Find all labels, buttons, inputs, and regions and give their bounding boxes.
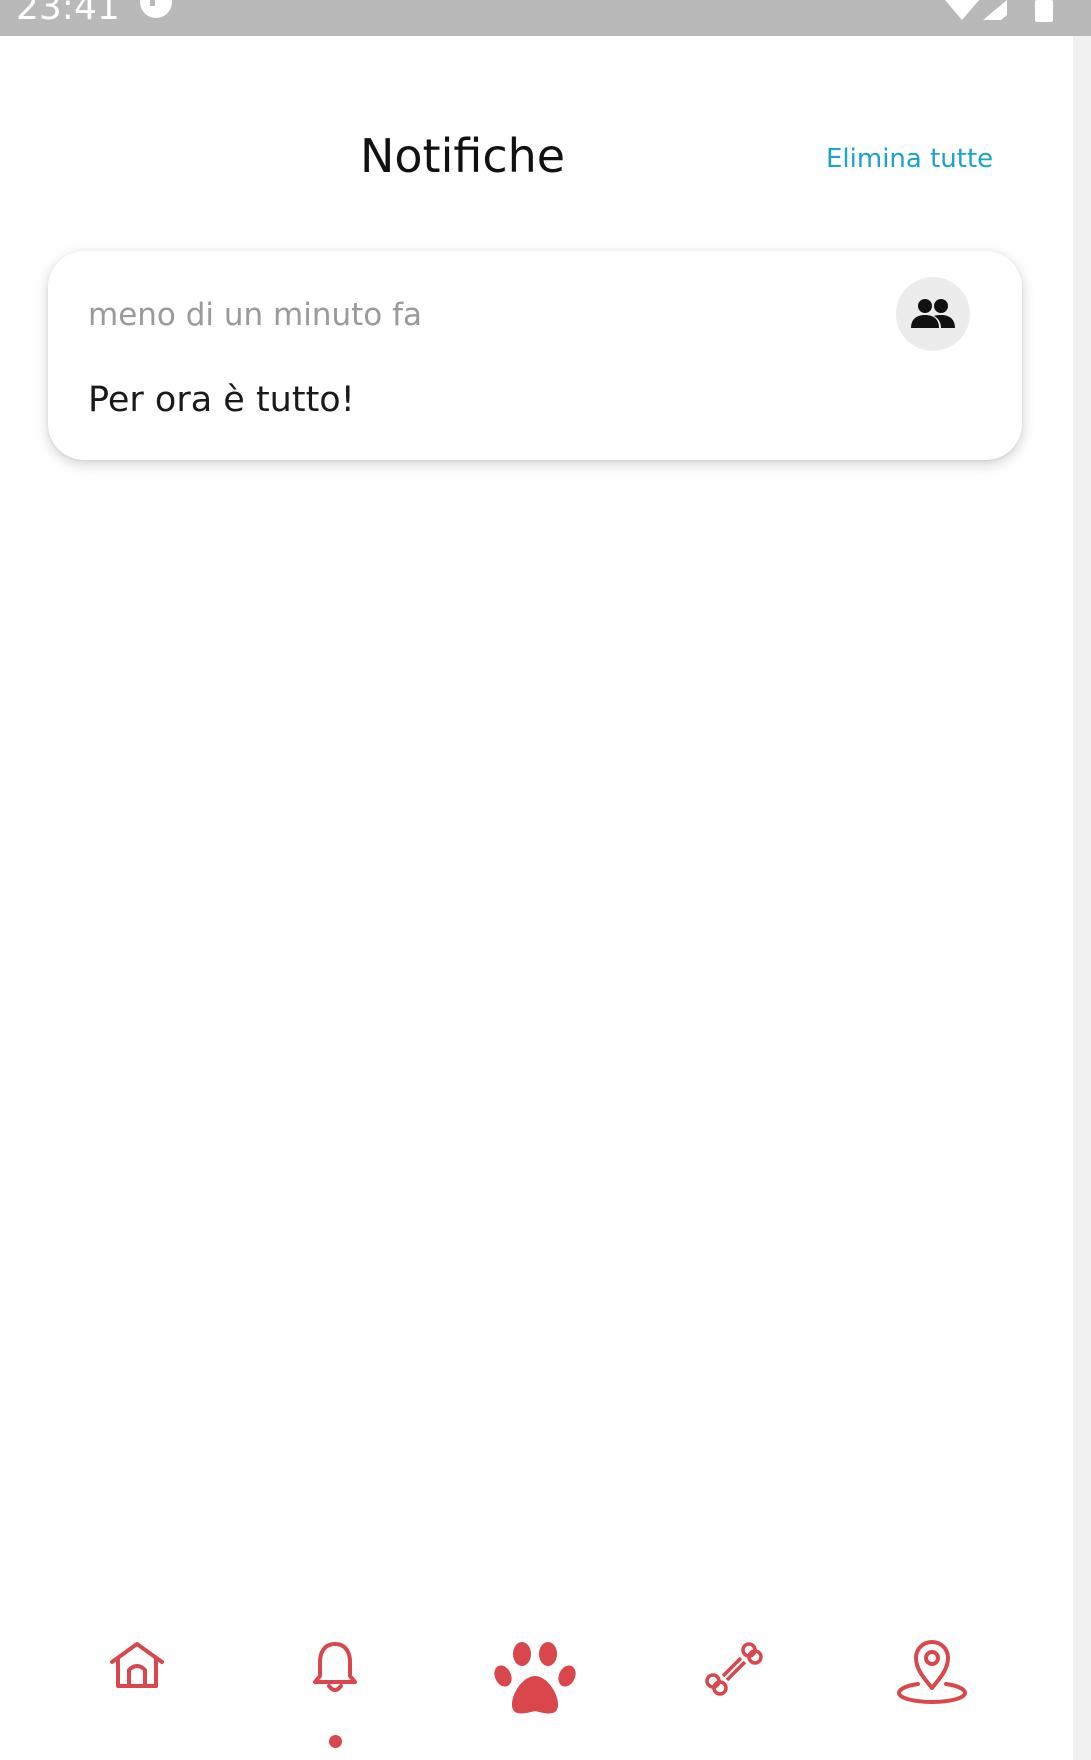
notification-card[interactable]: meno di un minuto fa Per ora è tutto! (48, 251, 1022, 460)
paw-icon (494, 1642, 576, 1714)
home-icon (110, 1642, 164, 1688)
notifications-screen: 23:41 Notifiche Elimina tutte meno di un… (0, 0, 1091, 1760)
status-bar: 23:41 (0, 0, 1091, 36)
wifi-icon (945, 0, 979, 20)
nav-item-notifications[interactable] (290, 1640, 380, 1740)
active-indicator-dot (329, 1735, 342, 1748)
nav-item-home[interactable] (92, 1640, 182, 1740)
bottom-nav (0, 1640, 1091, 1760)
bone-icon (705, 1642, 763, 1696)
map-pin-icon (896, 1640, 968, 1704)
page-title: Notifiche (360, 129, 566, 183)
scroll-edge (1073, 36, 1091, 1760)
delete-all-button[interactable]: Elimina tutte (826, 142, 993, 176)
status-time: 23:41 (16, 0, 120, 28)
status-indicators (945, 0, 1053, 22)
nav-item-map[interactable] (887, 1640, 977, 1740)
notification-avatar (896, 277, 970, 351)
bell-icon (313, 1642, 357, 1692)
battery-icon (1035, 0, 1053, 22)
notification-time: meno di un minuto fa (88, 297, 423, 333)
signal-icon (983, 0, 1007, 20)
nav-item-food[interactable] (689, 1640, 779, 1740)
people-icon (911, 299, 955, 328)
notification-message: Per ora è tutto! (88, 380, 355, 420)
app-notification-icon (140, 0, 172, 18)
nav-item-pets[interactable] (490, 1640, 580, 1740)
